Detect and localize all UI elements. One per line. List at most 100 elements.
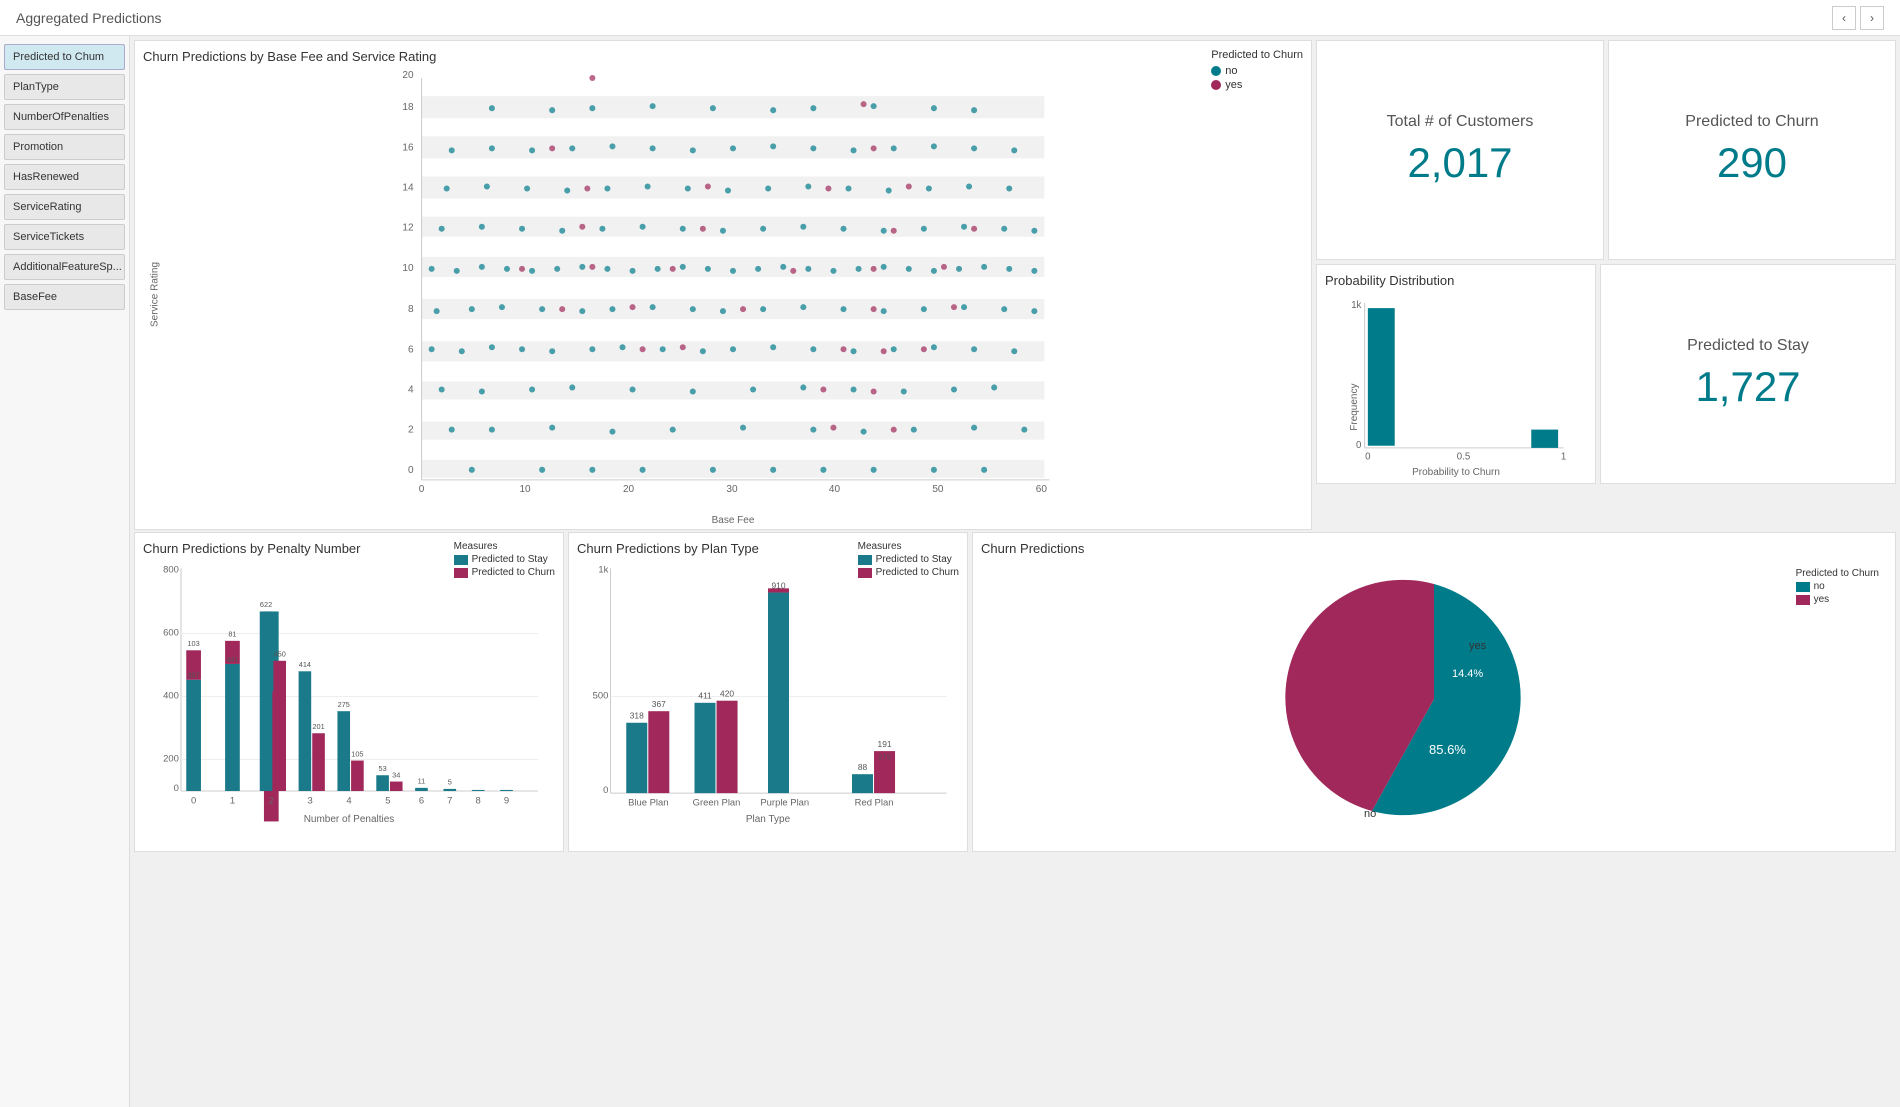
svg-text:yes: yes <box>1469 640 1487 652</box>
svg-text:414: 414 <box>299 660 311 669</box>
scatter-chart: 0 2 4 6 8 10 12 14 16 18 20 0 10 <box>163 68 1303 510</box>
pie-legend-no: no <box>1796 581 1879 592</box>
pie-chart: yes no 14.4% 85.6% <box>1284 569 1584 829</box>
predicted-stay-value: 1,727 <box>1695 363 1800 411</box>
sidebar-item-hasrenewed[interactable]: HasRenewed <box>4 164 125 190</box>
plantype-legend-stay: Predicted to Stay <box>858 554 959 565</box>
svg-text:800: 800 <box>163 565 179 576</box>
predicted-churn-label: Predicted to Churn <box>1685 113 1818 131</box>
svg-text:191: 191 <box>878 739 892 749</box>
svg-text:14.4%: 14.4% <box>1452 668 1483 680</box>
svg-text:30: 30 <box>726 484 738 495</box>
svg-text:4: 4 <box>346 796 351 807</box>
svg-text:7: 7 <box>447 796 452 807</box>
svg-text:420: 420 <box>720 689 734 699</box>
prob-y-label: Frequency <box>1349 384 1360 431</box>
svg-text:500: 500 <box>593 691 609 702</box>
prob-y-tick-0: 0 <box>1356 440 1361 451</box>
penalty-legend-stay: Predicted to Stay <box>454 554 555 565</box>
svg-text:3: 3 <box>308 796 313 807</box>
plantype-chart: 1k 500 0 318 367 411 <box>577 560 959 812</box>
svg-text:1: 1 <box>230 796 235 807</box>
scatter-legend-title: Predicted to Churn <box>1211 49 1303 61</box>
svg-text:20: 20 <box>402 70 414 81</box>
header-nav: ‹ › <box>1832 6 1884 30</box>
scatter-no-dot <box>1211 66 1221 76</box>
scatter-y-label: Service Rating <box>150 262 161 327</box>
scatter-legend: Predicted to Churn no yes <box>1211 49 1303 93</box>
plantype-legend: Measures Predicted to Stay Predicted to … <box>858 541 959 580</box>
plantype-measures-title: Measures <box>858 541 959 552</box>
penalty-chart: 800 600 400 200 0 <box>143 560 555 812</box>
svg-text:622: 622 <box>260 600 272 609</box>
right-panels: Total # of Customers 2,017 Predicted to … <box>1316 40 1896 530</box>
probability-title: Probability Distribution <box>1325 273 1587 288</box>
prob-y-tick-1k: 1k <box>1351 300 1361 311</box>
sidebar-item-penalties[interactable]: NumberOfPenalties <box>4 104 125 130</box>
svg-text:50: 50 <box>932 484 944 495</box>
stats-row: Total # of Customers 2,017 Predicted to … <box>1316 40 1896 260</box>
sidebar-item-promotion[interactable]: Promotion <box>4 134 125 160</box>
penalty-legend: Measures Predicted to Stay Predicted to … <box>454 541 555 580</box>
penalty-legend-churn: Predicted to Churn <box>454 567 555 578</box>
scatter-title: Churn Predictions by Base Fee and Servic… <box>143 49 1303 64</box>
probability-chart: 1k 0 0 0.5 1 <box>1325 292 1587 464</box>
svg-text:200: 200 <box>163 754 179 765</box>
sidebar-item-plantype[interactable]: PlanType <box>4 74 125 100</box>
total-customers-label: Total # of Customers <box>1387 113 1534 131</box>
sidebar: Predicted to Chum PlanType NumberOfPenal… <box>0 36 130 1107</box>
svg-text:60: 60 <box>1036 484 1048 495</box>
probability-panel: Probability Distribution 1k 0 <box>1316 264 1596 484</box>
top-row: Churn Predictions by Base Fee and Servic… <box>134 40 1896 530</box>
predicted-stay-panel: Predicted to Stay 1,727 <box>1600 264 1896 484</box>
svg-text:10: 10 <box>402 263 414 274</box>
svg-text:53: 53 <box>379 764 387 773</box>
pie-no-rect <box>1796 582 1810 592</box>
svg-text:5: 5 <box>385 796 390 807</box>
scatter-x-label: Base Fee <box>163 515 1303 526</box>
prob-x-label: Probability to Churn <box>1325 467 1587 478</box>
svg-text:8: 8 <box>476 796 481 807</box>
svg-text:Red Plan: Red Plan <box>855 798 894 809</box>
svg-text:105: 105 <box>351 749 363 758</box>
svg-text:16: 16 <box>402 142 414 153</box>
svg-text:no: no <box>1364 808 1376 820</box>
nav-next-button[interactable]: › <box>1860 6 1884 30</box>
sidebar-item-additionalfeature[interactable]: AdditionalFeatureSp... <box>4 254 125 280</box>
plantype-stay-label: Predicted to Stay <box>876 554 952 565</box>
svg-text:88: 88 <box>858 762 868 772</box>
penalty-churn-label: Predicted to Churn <box>472 567 555 578</box>
scatter-panel: Churn Predictions by Base Fee and Servic… <box>134 40 1312 530</box>
sidebar-item-predicted-churn[interactable]: Predicted to Chum <box>4 44 125 70</box>
svg-text:9: 9 <box>504 796 509 807</box>
svg-text:450: 450 <box>274 650 286 659</box>
scatter-legend-no: no <box>1211 65 1303 77</box>
svg-text:400: 400 <box>163 691 179 702</box>
main-layout: Predicted to Chum PlanType NumberOfPenal… <box>0 36 1900 1107</box>
svg-text:201: 201 <box>312 722 324 731</box>
svg-text:318: 318 <box>630 711 644 721</box>
sidebar-item-servicetickets[interactable]: ServiceTickets <box>4 224 125 250</box>
svg-text:0: 0 <box>603 785 608 796</box>
pie-legend: Predicted to Churn no yes <box>1796 568 1879 607</box>
bottom-row: Churn Predictions by Penalty Number 800 … <box>134 532 1896 852</box>
svg-text:Blue Plan: Blue Plan <box>628 798 668 809</box>
svg-text:1k: 1k <box>598 565 608 576</box>
churn-predictions-title: Churn Predictions <box>981 541 1887 556</box>
svg-text:Green Plan: Green Plan <box>693 798 741 809</box>
svg-text:411: 411 <box>698 691 712 701</box>
plantype-churn-rect <box>858 568 872 578</box>
pie-yes-label: yes <box>1814 594 1830 605</box>
svg-text:81: 81 <box>228 630 236 639</box>
sidebar-item-servicerating[interactable]: ServiceRating <box>4 194 125 220</box>
nav-prev-button[interactable]: ‹ <box>1832 6 1856 30</box>
svg-text:6: 6 <box>408 344 414 355</box>
predicted-churn-panel: Predicted to Churn 290 <box>1608 40 1896 260</box>
total-customers-panel: Total # of Customers 2,017 <box>1316 40 1604 260</box>
plantype-stay-rect <box>858 555 872 565</box>
sidebar-item-basefee[interactable]: BaseFee <box>4 284 125 310</box>
penalty-x-label: Number of Penalties <box>143 814 555 825</box>
pie-yes-rect <box>1796 595 1810 605</box>
svg-text:4: 4 <box>408 384 414 395</box>
svg-text:0: 0 <box>419 484 425 495</box>
